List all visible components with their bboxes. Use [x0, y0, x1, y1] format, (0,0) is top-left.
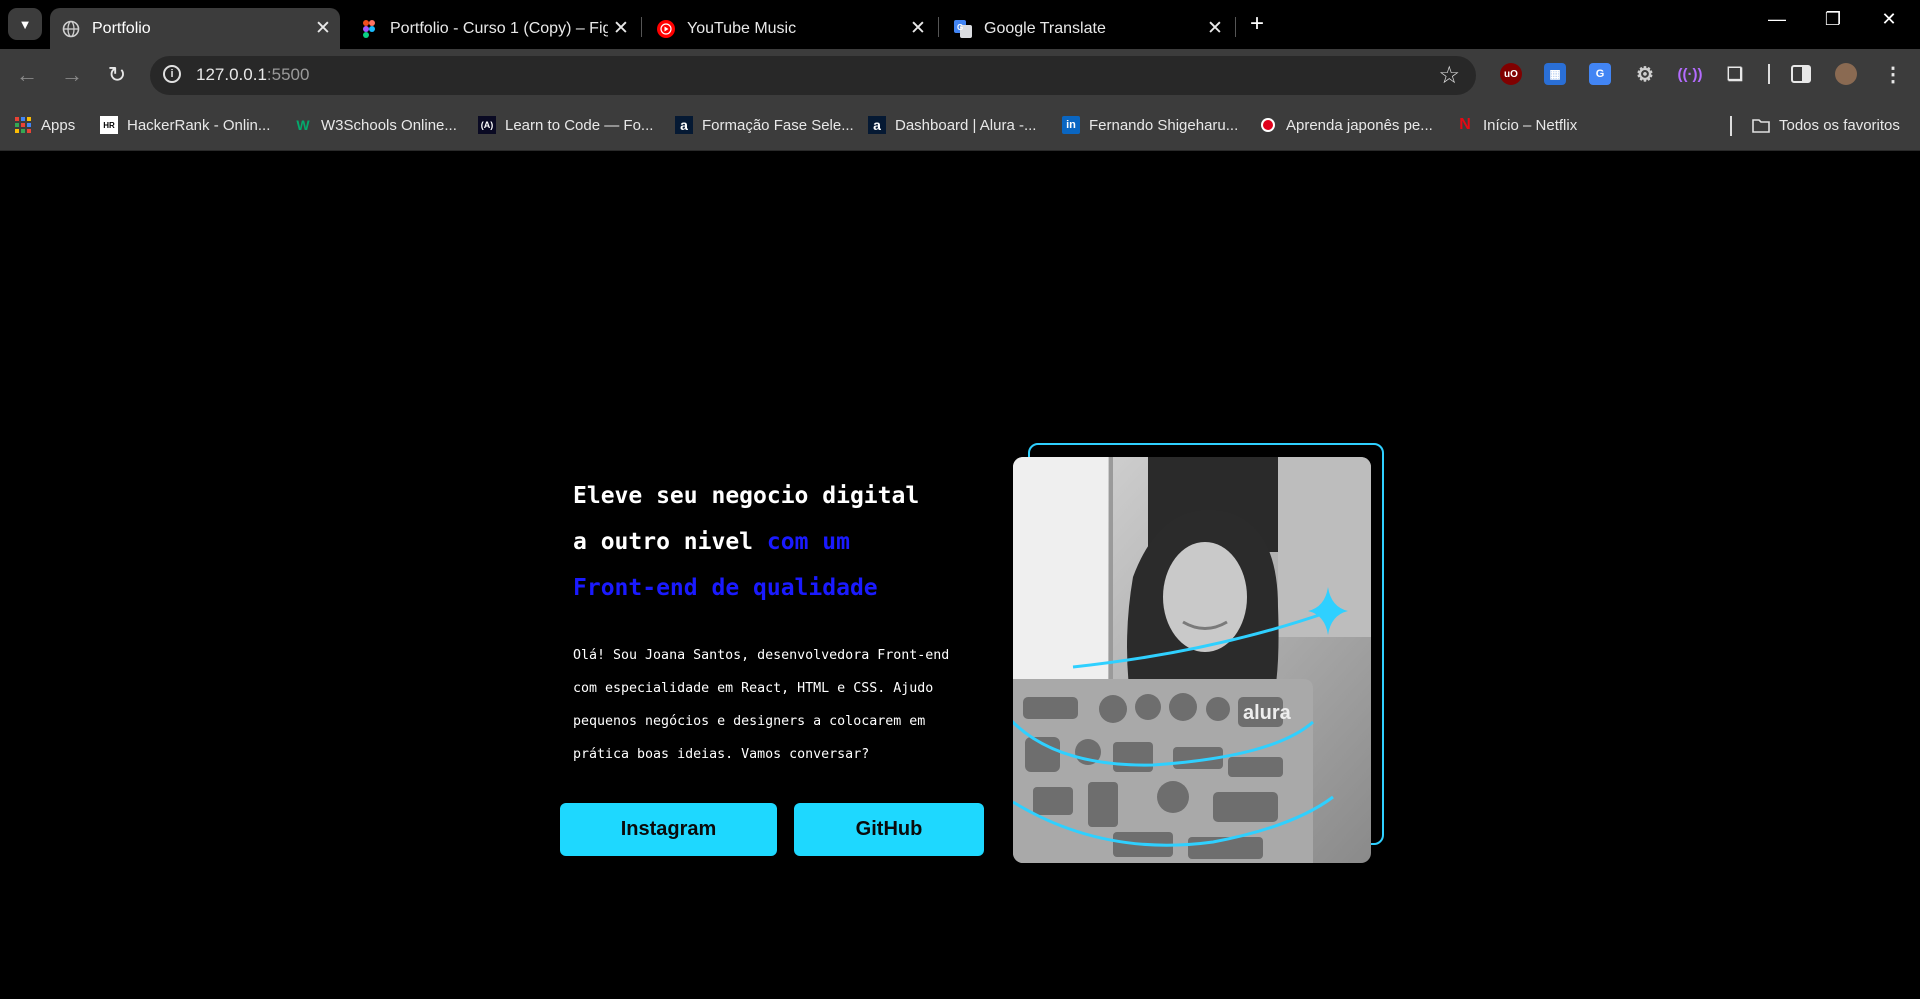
toolbar-separator	[1768, 64, 1770, 84]
bookmark-aprenda-japones[interactable]: Aprenda japonês pe...	[1259, 116, 1433, 134]
intro-line: prática boas ideias. Vamos conversar?	[573, 747, 870, 762]
tab-figma[interactable]: Portfolio - Curso 1 (Copy) – Figma ✕	[348, 8, 638, 49]
hackerrank-icon: HR	[100, 116, 118, 134]
puzzle-extensions-icon[interactable]: ❏	[1724, 63, 1746, 85]
tab-youtube-music[interactable]: YouTube Music ✕	[645, 8, 935, 49]
alura-icon: a	[868, 116, 886, 134]
tab-title: Google Translate	[984, 19, 1106, 37]
restore-button[interactable]: ❐	[1818, 9, 1848, 30]
close-tab-icon[interactable]: ✕	[608, 17, 634, 40]
close-tab-icon[interactable]: ✕	[1202, 17, 1228, 40]
reload-button[interactable]: ↻	[104, 62, 130, 88]
profile-photo: alura	[1013, 457, 1371, 863]
hero-intro: Olá! Sou Joana Santos, desenvolvedora Fr…	[573, 639, 993, 771]
headline-highlight-2: Front-end de qualidade	[573, 575, 878, 601]
url-host: 127.0.0.1	[196, 65, 267, 84]
bookmark-dashboard-alura[interactable]: a Dashboard | Alura -...	[868, 116, 1036, 134]
tab-search-button[interactable]: ▼	[8, 8, 42, 40]
tab-title: YouTube Music	[687, 19, 797, 37]
site-info-icon[interactable]: i	[163, 65, 181, 83]
hero-text: Eleve seu negocio digital a outro nivel …	[573, 473, 1003, 771]
linkedin-icon: in	[1062, 116, 1080, 134]
back-button[interactable]: ←	[14, 62, 40, 88]
tab-google-translate[interactable]: G Google Translate ✕	[942, 8, 1232, 49]
bookmark-label: Apps	[41, 116, 76, 134]
svg-text:G: G	[957, 23, 963, 32]
arrow-right-icon: →	[61, 62, 83, 87]
arrow-left-icon: ←	[16, 62, 38, 87]
url-port: :5500	[266, 65, 310, 84]
all-bookmarks-label: Todos os favoritos	[1779, 116, 1900, 134]
tab-title: Portfolio - Curso 1 (Copy) – Figma	[390, 19, 608, 37]
bookmark-hackerrank[interactable]: HR HackerRank - Onlin...	[100, 116, 270, 134]
reload-icon: ↻	[107, 62, 127, 87]
tab-portfolio[interactable]: Portfolio ✕	[50, 8, 340, 49]
headline-highlight-1: com um	[766, 529, 850, 555]
freecodecamp-icon: (A)	[478, 116, 496, 134]
bookmark-label: Aprenda japonês pe...	[1286, 116, 1433, 134]
headline-line-2: a outro nivel	[573, 529, 767, 555]
youtube-music-icon	[657, 19, 675, 38]
record-icon	[1259, 116, 1277, 134]
laptop-sticker-text: alura	[1243, 702, 1292, 724]
intro-line: pequenos negócios e designers a colocare…	[573, 714, 926, 729]
bookmark-label: Dashboard | Alura -...	[895, 116, 1037, 134]
broadcast-extension-icon[interactable]: ((·))	[1678, 63, 1703, 85]
instagram-button[interactable]: Instagram	[560, 803, 777, 856]
bookmark-label: Learn to Code — Fo...	[505, 116, 654, 134]
folder-icon	[1752, 116, 1770, 134]
bookmark-label: HackerRank - Onlin...	[127, 116, 271, 134]
bookmark-label: Formação Fase Sele...	[702, 116, 854, 134]
headline-line-1: Eleve seu negocio digital	[573, 483, 920, 509]
tab-separator	[641, 17, 642, 37]
intro-line: com especialidade em React, HTML e CSS. …	[573, 681, 934, 696]
figma-icon	[360, 19, 378, 38]
browser-toolbar: ← → ↻ i 127.0.0.1:5500 ☆ uO ▦ G ⚙ ((·)) …	[0, 49, 1920, 102]
bookmarks-separator	[1730, 116, 1732, 136]
address-bar[interactable]: i 127.0.0.1:5500 ☆	[150, 56, 1476, 95]
globe-icon	[62, 20, 80, 38]
side-panel-icon[interactable]	[1790, 63, 1812, 85]
bookmark-netflix[interactable]: N Início – Netflix	[1456, 116, 1577, 134]
google-translate-extension-icon[interactable]: G	[1589, 63, 1611, 85]
minimize-button[interactable]: —	[1762, 9, 1792, 30]
menu-kebab-icon[interactable]: ⋮	[1882, 63, 1904, 86]
google-translate-icon: G	[954, 19, 972, 38]
extension-web-icon[interactable]: ▦	[1544, 63, 1566, 85]
tab-separator	[938, 17, 939, 37]
close-tab-icon[interactable]: ✕	[905, 17, 931, 40]
bookmark-freecodecamp[interactable]: (A) Learn to Code — Fo...	[478, 116, 653, 134]
netflix-icon: N	[1459, 116, 1471, 133]
w3schools-icon: W	[296, 117, 310, 133]
close-tab-icon[interactable]: ✕	[310, 17, 336, 40]
hero-headline: Eleve seu negocio digital a outro nivel …	[573, 473, 1003, 611]
ublock-origin-icon[interactable]: uO	[1500, 63, 1522, 85]
avatar[interactable]	[1835, 63, 1857, 85]
intro-line: Olá! Sou Joana Santos, desenvolvedora Fr…	[573, 648, 950, 663]
bookmark-w3schools[interactable]: W W3Schools Online...	[294, 116, 457, 134]
tab-separator	[1235, 17, 1236, 37]
tab-strip: ▼ Portfolio ✕ Portfolio - Curso 1 (Copy)…	[0, 0, 1920, 49]
alura-icon: a	[675, 116, 693, 134]
bookmark-apps[interactable]: Apps	[14, 116, 75, 134]
bookmark-label: Início – Netflix	[1483, 116, 1578, 134]
gear-extension-icon[interactable]: ⚙	[1634, 63, 1656, 86]
new-tab-button[interactable]: +	[1244, 10, 1270, 38]
bookmark-label: Fernando Shigeharu...	[1089, 116, 1239, 134]
close-window-button[interactable]: ✕	[1874, 9, 1904, 30]
bookmark-label: W3Schools Online...	[321, 116, 457, 134]
forward-button[interactable]: →	[59, 62, 85, 88]
tab-title: Portfolio	[92, 19, 151, 37]
bookmark-linkedin[interactable]: in Fernando Shigeharu...	[1062, 116, 1238, 134]
bookmarks-bar: Apps HR HackerRank - Onlin... W W3School…	[0, 102, 1920, 151]
chevron-down-icon: ▼	[18, 16, 32, 32]
all-bookmarks-folder[interactable]: Todos os favoritos	[1752, 116, 1900, 134]
apps-grid-icon	[14, 116, 32, 134]
github-button[interactable]: GitHub	[794, 803, 984, 856]
bookmark-star-icon[interactable]: ☆	[1438, 61, 1460, 90]
url-text[interactable]: 127.0.0.1:5500	[196, 65, 309, 85]
bookmark-formacao[interactable]: a Formação Fase Sele...	[675, 116, 854, 134]
